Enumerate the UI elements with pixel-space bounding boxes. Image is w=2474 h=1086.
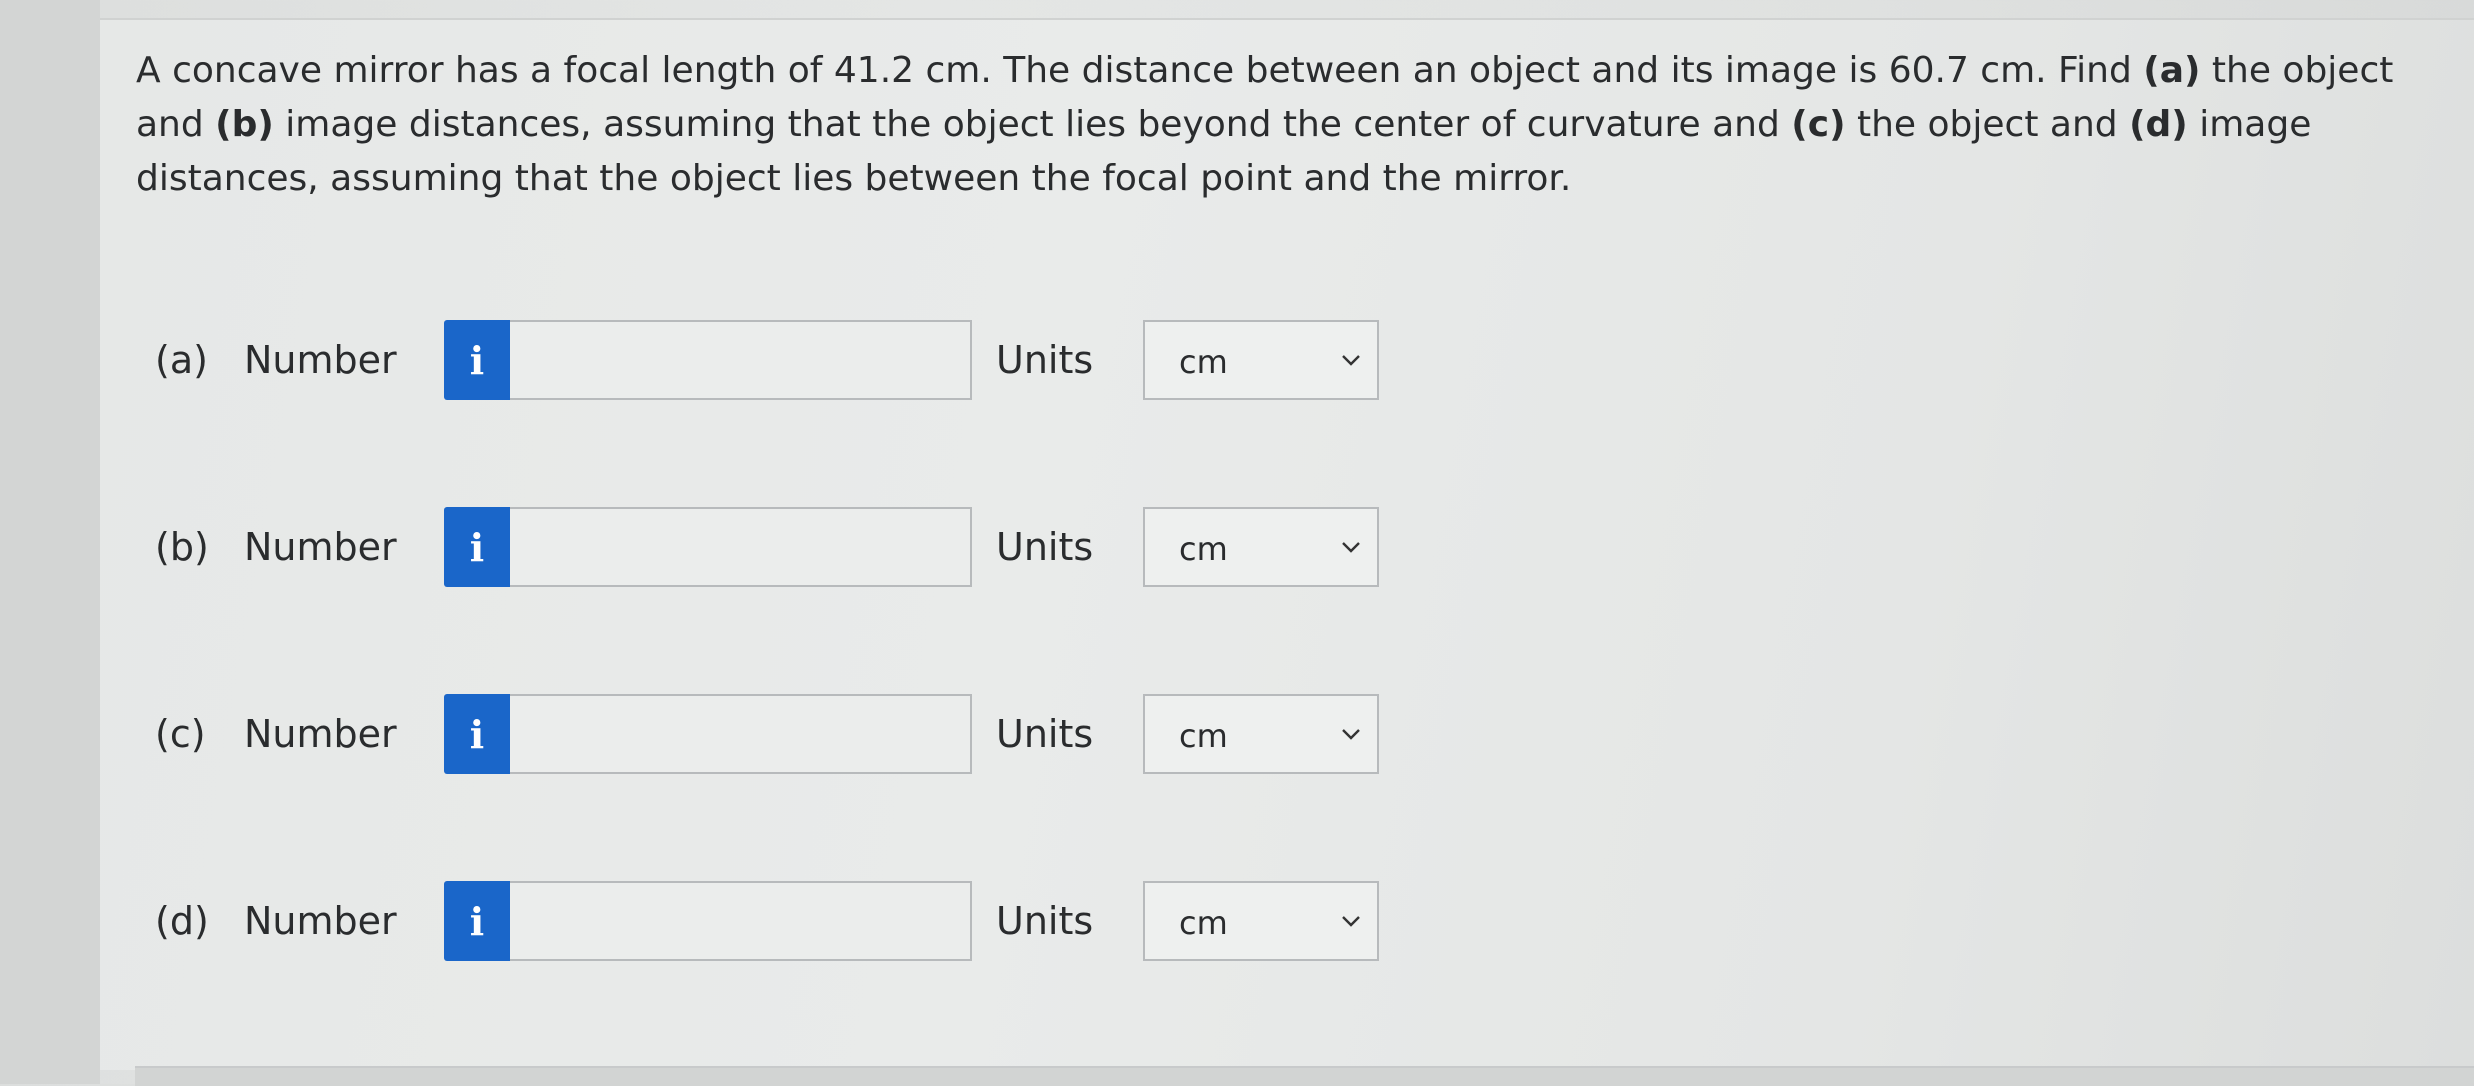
number-label: Number: [244, 899, 397, 943]
question-segment: image distances, assuming that the objec…: [273, 104, 1792, 145]
answer-row-d: (d) Number i Units cm: [0, 877, 1400, 961]
chevron-down-icon: [1342, 916, 1360, 927]
info-icon: i: [469, 337, 485, 383]
part-label: (a): [155, 338, 208, 382]
info-button[interactable]: i: [444, 320, 510, 400]
info-button[interactable]: i: [444, 881, 510, 961]
chevron-down-icon: [1342, 355, 1360, 366]
question-part-c-tag: (c): [1791, 104, 1846, 145]
question-segment: the object and: [1845, 104, 2130, 145]
units-selected-value: cm: [1179, 717, 1228, 755]
number-label: Number: [244, 338, 397, 382]
units-selected-value: cm: [1179, 530, 1228, 568]
answer-row-a: (a) Number i Units cm: [0, 316, 1400, 400]
question-text: A concave mirror has a focal length of 4…: [136, 44, 2456, 206]
question-segment: A concave mirror has a focal length of 4…: [136, 50, 2144, 91]
units-label: Units: [996, 712, 1094, 756]
part-label: (c): [155, 712, 206, 756]
chevron-down-icon: [1342, 542, 1360, 553]
units-selected-value: cm: [1179, 904, 1228, 942]
answer-row-c: (c) Number i Units cm: [0, 690, 1400, 774]
number-label: Number: [244, 712, 397, 756]
units-selected-value: cm: [1179, 343, 1228, 381]
info-icon: i: [469, 898, 485, 944]
question-part-a-tag: (a): [2143, 50, 2201, 91]
number-input-c[interactable]: [510, 694, 972, 774]
info-icon: i: [469, 711, 485, 757]
question-part-d-tag: (d): [2129, 104, 2188, 145]
answer-row-b: (b) Number i Units cm: [0, 503, 1400, 587]
question-part-b-tag: (b): [215, 104, 274, 145]
units-select-c[interactable]: cm: [1143, 694, 1379, 774]
units-label: Units: [996, 525, 1094, 569]
number-input-a[interactable]: [510, 320, 972, 400]
units-select-b[interactable]: cm: [1143, 507, 1379, 587]
units-select-a[interactable]: cm: [1143, 320, 1379, 400]
number-label: Number: [244, 525, 397, 569]
number-input-d[interactable]: [510, 881, 972, 961]
part-label: (d): [155, 899, 209, 943]
next-section-border: [135, 1066, 2474, 1086]
info-button[interactable]: i: [444, 507, 510, 587]
chevron-down-icon: [1342, 729, 1360, 740]
units-select-d[interactable]: cm: [1143, 881, 1379, 961]
info-button[interactable]: i: [444, 694, 510, 774]
units-label: Units: [996, 899, 1094, 943]
part-label: (b): [155, 525, 209, 569]
units-label: Units: [996, 338, 1094, 382]
number-input-b[interactable]: [510, 507, 972, 587]
info-icon: i: [469, 524, 485, 570]
